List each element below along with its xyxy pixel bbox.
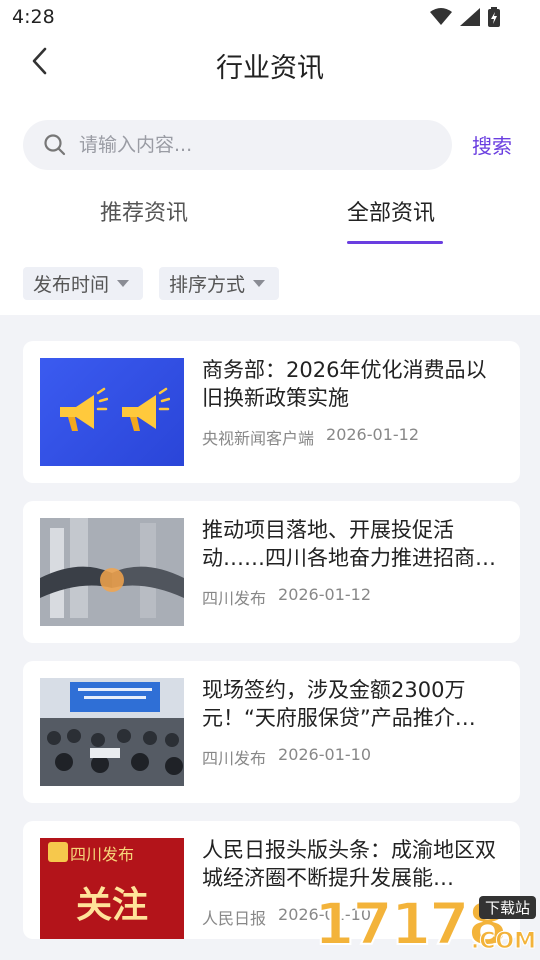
- thumbnail-header: 四川发布: [40, 838, 184, 868]
- conference-image: [40, 678, 184, 786]
- title-bar: 行业资讯: [0, 36, 540, 92]
- article-source: 四川发布: [202, 589, 267, 608]
- article-thumbnail: [40, 518, 184, 626]
- search-row: 搜索: [23, 120, 520, 170]
- article-card[interactable]: 商务部：2026年优化消费品以旧换新政策实施 央视新闻客户端 2026-01-1…: [23, 341, 520, 483]
- article-date: 2026-01-12: [278, 585, 371, 604]
- filter-publish-time[interactable]: 发布时间: [23, 267, 144, 300]
- page-title: 行业资讯: [216, 53, 324, 84]
- article-source: 央视新闻客户端: [202, 429, 315, 448]
- article-meta: 四川发布 2026-01-10: [202, 745, 371, 769]
- article-date: 2026-01-12: [326, 425, 419, 444]
- wifi-icon: [430, 8, 452, 30]
- article-title: 现场签约，涉及金额2300万元！“天府服保贷”产品推介…: [202, 678, 476, 730]
- search-icon: [44, 134, 66, 156]
- filter-label: 排序方式: [169, 274, 246, 296]
- article-meta: 央视新闻客户端 2026-01-12: [202, 425, 419, 449]
- search-button[interactable]: 搜索: [472, 130, 512, 159]
- top-panel: 4:28 行业资讯 搜索 推荐资讯 全部资讯: [0, 0, 540, 315]
- article-meta: 四川发布 2026-01-12: [202, 585, 371, 609]
- search-box[interactable]: [23, 120, 452, 170]
- article-title: 人民日报头版头条：成渝地区双城经济圈不断提升发展能…: [202, 838, 496, 890]
- article-list: 商务部：2026年优化消费品以旧换新政策实施 央视新闻客户端 2026-01-1…: [23, 341, 520, 957]
- article-source: 人民日报: [202, 909, 267, 928]
- watermark-tag: 下载站: [478, 896, 536, 919]
- filter-label: 发布时间: [33, 274, 110, 296]
- tab-recommended[interactable]: 推荐资讯: [100, 195, 188, 227]
- article-card[interactable]: 现场签约，涉及金额2300万元！“天府服保贷”产品推介… 四川发布 2026-0…: [23, 661, 520, 803]
- caret-down-icon: [253, 280, 266, 287]
- article-thumbnail: [40, 358, 184, 466]
- handshake-image: [40, 518, 184, 626]
- tab-bar: 推荐资讯 全部资讯: [0, 195, 540, 247]
- watermark-suffix: .COM: [470, 929, 536, 955]
- filter-sort-order[interactable]: 排序方式: [159, 267, 280, 300]
- article-source: 四川发布: [202, 749, 267, 768]
- cellular-signal-icon: [460, 8, 480, 30]
- article-card[interactable]: 推动项目落地、开展投促活动……四川各地奋力推进招商… 四川发布 2026-01-…: [23, 501, 520, 643]
- status-icons: [430, 7, 500, 31]
- filter-bar: 发布时间 排序方式: [23, 267, 280, 300]
- status-time: 4:28: [12, 6, 55, 28]
- megaphone-icon: [122, 387, 170, 431]
- thumbnail-brand: 四川发布: [70, 845, 135, 864]
- article-thumbnail: 四川发布 关注: [40, 838, 184, 939]
- status-bar: 4:28: [0, 0, 540, 36]
- article-title: 推动项目落地、开展投促活动……四川各地奋力推进招商…: [202, 518, 496, 570]
- brand-logo-icon: [48, 842, 68, 862]
- article-title: 商务部：2026年优化消费品以旧换新政策实施: [202, 358, 487, 410]
- article-date: 2026-01-10: [278, 745, 371, 764]
- site-watermark: 17178 下载站 .COM: [313, 889, 538, 959]
- tab-all[interactable]: 全部资讯: [347, 195, 435, 227]
- active-tab-indicator: [347, 241, 443, 244]
- megaphone-icon: [60, 387, 108, 431]
- thumbnail-headline: 关注: [75, 885, 148, 926]
- caret-down-icon: [117, 280, 130, 287]
- search-input[interactable]: [79, 130, 429, 160]
- battery-charging-icon: [488, 7, 500, 31]
- article-thumbnail: [40, 678, 184, 786]
